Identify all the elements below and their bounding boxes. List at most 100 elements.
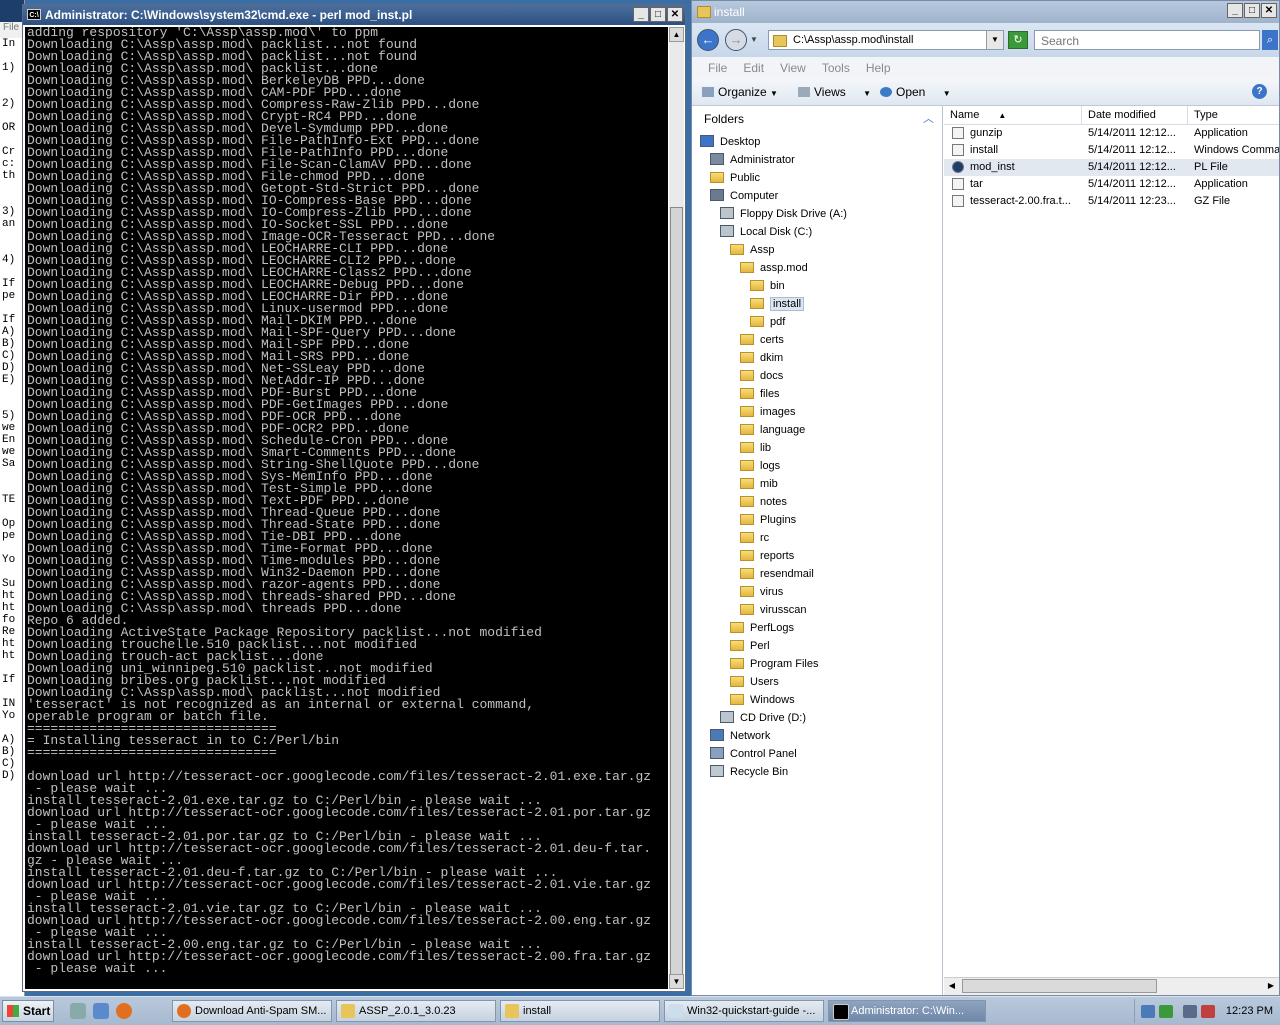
list-horizontal-scrollbar[interactable]: ◀ ▶ [944,977,1279,995]
tree-item-resendmail[interactable]: resendmail [740,565,814,583]
file-row[interactable]: gunzip 5/14/2011 12:12... Application [944,125,1279,142]
tree-item-dkim[interactable]: dkim [740,349,783,367]
menu-view[interactable]: View [772,57,814,79]
tree-item-logs[interactable]: logs [740,457,780,475]
scroll-thumb[interactable] [670,207,683,987]
forward-button[interactable]: → [725,29,747,51]
tree-item-public[interactable]: Public [710,169,760,187]
explorer-quicklaunch-icon[interactable] [93,1003,109,1019]
tree-item-rc[interactable]: rc [740,529,769,547]
tree-item-recycle-bin[interactable]: Recycle Bin [710,763,788,781]
tree-item-perflogs[interactable]: PerfLogs [730,619,794,637]
search-box[interactable] [1034,30,1260,50]
firefox-icon[interactable] [116,1003,132,1019]
collapse-chevron-icon[interactable]: ︿ [923,106,934,132]
cmd-scrollbar[interactable]: ▲ ▼ [669,27,684,989]
tree-item-virusscan[interactable]: virusscan [740,601,806,619]
tree-item-certs[interactable]: certs [740,331,784,349]
views-button[interactable]: Views ▼ [798,79,871,105]
refresh-button[interactable]: ↻ [1008,31,1028,49]
file-row[interactable]: mod_inst 5/14/2011 12:12... PL File [944,159,1279,176]
scroll-thumb[interactable] [962,979,1157,993]
scroll-up-icon[interactable]: ▲ [669,27,684,42]
address-dropdown-icon[interactable]: ▼ [986,31,1003,49]
column-type[interactable]: Type [1188,106,1279,124]
cmd-window[interactable]: C:\ Administrator: C:\Windows\system32\c… [22,4,686,992]
menu-file[interactable]: File [700,57,735,79]
tree-item-network[interactable]: Network [710,727,770,745]
tree-item-users[interactable]: Users [730,673,779,691]
menu-help[interactable]: Help [858,57,899,79]
tree-item-plugins[interactable]: Plugins [740,511,796,529]
explorer-window[interactable]: install _ □ ✕ ← → ▼ C:\Assp\assp.mod\ins… [691,0,1280,996]
tree-item-windows[interactable]: Windows [730,691,795,709]
taskbar-button-assp-folder[interactable]: ASSP_2.0.1_3.0.23 [336,1000,496,1022]
background-window-titlebar[interactable] [0,0,24,22]
tree-item-assp-mod[interactable]: assp.mod [740,259,808,277]
cmd-titlebar[interactable]: C:\ Administrator: C:\Windows\system32\c… [23,5,685,25]
minimize-button[interactable]: _ [633,7,649,22]
taskbar-button-install[interactable]: install [500,1000,660,1022]
minimize-button[interactable]: _ [1227,3,1243,18]
tree-item-virus[interactable]: virus [740,583,783,601]
column-date-modified[interactable]: Date modified [1082,106,1188,124]
folders-header[interactable]: Folders ︿ [692,106,942,132]
tray-network-icon[interactable] [1141,1005,1155,1018]
close-button[interactable]: ✕ [1261,3,1277,18]
tree-item-pdf[interactable]: pdf [750,313,785,331]
search-icon[interactable]: ⌕ [1262,30,1278,50]
organize-button[interactable]: Organize ▼ [702,79,778,105]
tree-item-images[interactable]: images [740,403,795,421]
explorer-titlebar[interactable]: install _ □ ✕ [692,1,1279,23]
tree-item-cd-drive-d[interactable]: CD Drive (D:) [720,709,806,727]
taskbar-button-cmd[interactable]: Administrator: C:\Win... [828,1000,986,1022]
tree-item-reports[interactable]: reports [740,547,794,565]
open-button[interactable]: Open ▼ [880,79,951,105]
folder-tree[interactable]: Folders ︿ Desktop Administrator Public Comp… [692,106,943,995]
maximize-button[interactable]: □ [650,7,666,22]
scroll-left-icon[interactable]: ◀ [944,979,960,993]
taskbar-button-firefox[interactable]: Download Anti-Spam SM... [172,1000,332,1022]
back-button[interactable]: ← [697,29,719,51]
scroll-down-icon[interactable]: ▼ [669,974,684,989]
menu-edit[interactable]: Edit [735,57,772,79]
close-button[interactable]: ✕ [667,7,683,22]
tree-item-notes[interactable]: notes [740,493,787,511]
tree-item-files[interactable]: files [740,385,780,403]
tree-item-lib[interactable]: lib [740,439,771,457]
taskbar-button-notepad[interactable]: Win32-quickstart-guide -... [664,1000,824,1022]
menu-tools[interactable]: Tools [814,57,858,79]
tree-item-control-panel[interactable]: Control Panel [710,745,797,763]
tree-item-bin[interactable]: bin [750,277,785,295]
tree-item-assp[interactable]: Assp [730,241,774,259]
help-icon[interactable]: ? [1252,84,1267,99]
address-text[interactable]: C:\Assp\assp.mod\install [793,34,913,46]
show-desktop-icon[interactable] [70,1003,86,1019]
address-bar[interactable]: C:\Assp\assp.mod\install ▼ [768,30,1004,50]
maximize-button[interactable]: □ [1244,3,1260,18]
tray-volume-icon[interactable] [1201,1005,1215,1018]
tree-item-perl[interactable]: Perl [730,637,770,655]
cmd-console[interactable]: adding respository 'C:\Assp\assp.mod\' t… [25,27,668,989]
tree-item-floppy-disk-drive-a[interactable]: Floppy Disk Drive (A:) [720,205,847,223]
file-row[interactable]: install 5/14/2011 12:12... Windows Comma [944,142,1279,159]
start-button[interactable]: Start [2,1000,54,1022]
tree-item-program-files[interactable]: Program Files [730,655,818,673]
tree-item-administrator[interactable]: Administrator [710,151,795,169]
tree-item-install[interactable]: install [750,295,805,313]
tree-item-computer[interactable]: Computer [710,187,778,205]
file-list[interactable]: Name ▲ Date modified Type gunzip 5/14/201… [944,106,1279,995]
file-row[interactable]: tar 5/14/2011 12:12... Application [944,176,1279,193]
tree-item-docs[interactable]: docs [740,367,783,385]
tray-security-icon[interactable] [1159,1005,1173,1018]
column-name[interactable]: Name ▲ [944,106,1082,124]
tree-item-mib[interactable]: mib [740,475,778,493]
file-row[interactable]: tesseract-2.00.fra.t... 5/14/2011 12:23..… [944,193,1279,210]
background-window-menu[interactable]: File [0,22,24,38]
search-input[interactable] [1039,32,1243,50]
recent-pages-dropdown-icon[interactable]: ▼ [750,35,758,44]
tree-item-local-disk-c[interactable]: Local Disk (C:) [720,223,812,241]
clock[interactable]: 12:23 PM [1226,999,1273,1023]
tray-connection-icon[interactable] [1183,1005,1197,1018]
tree-item-language[interactable]: language [740,421,805,439]
